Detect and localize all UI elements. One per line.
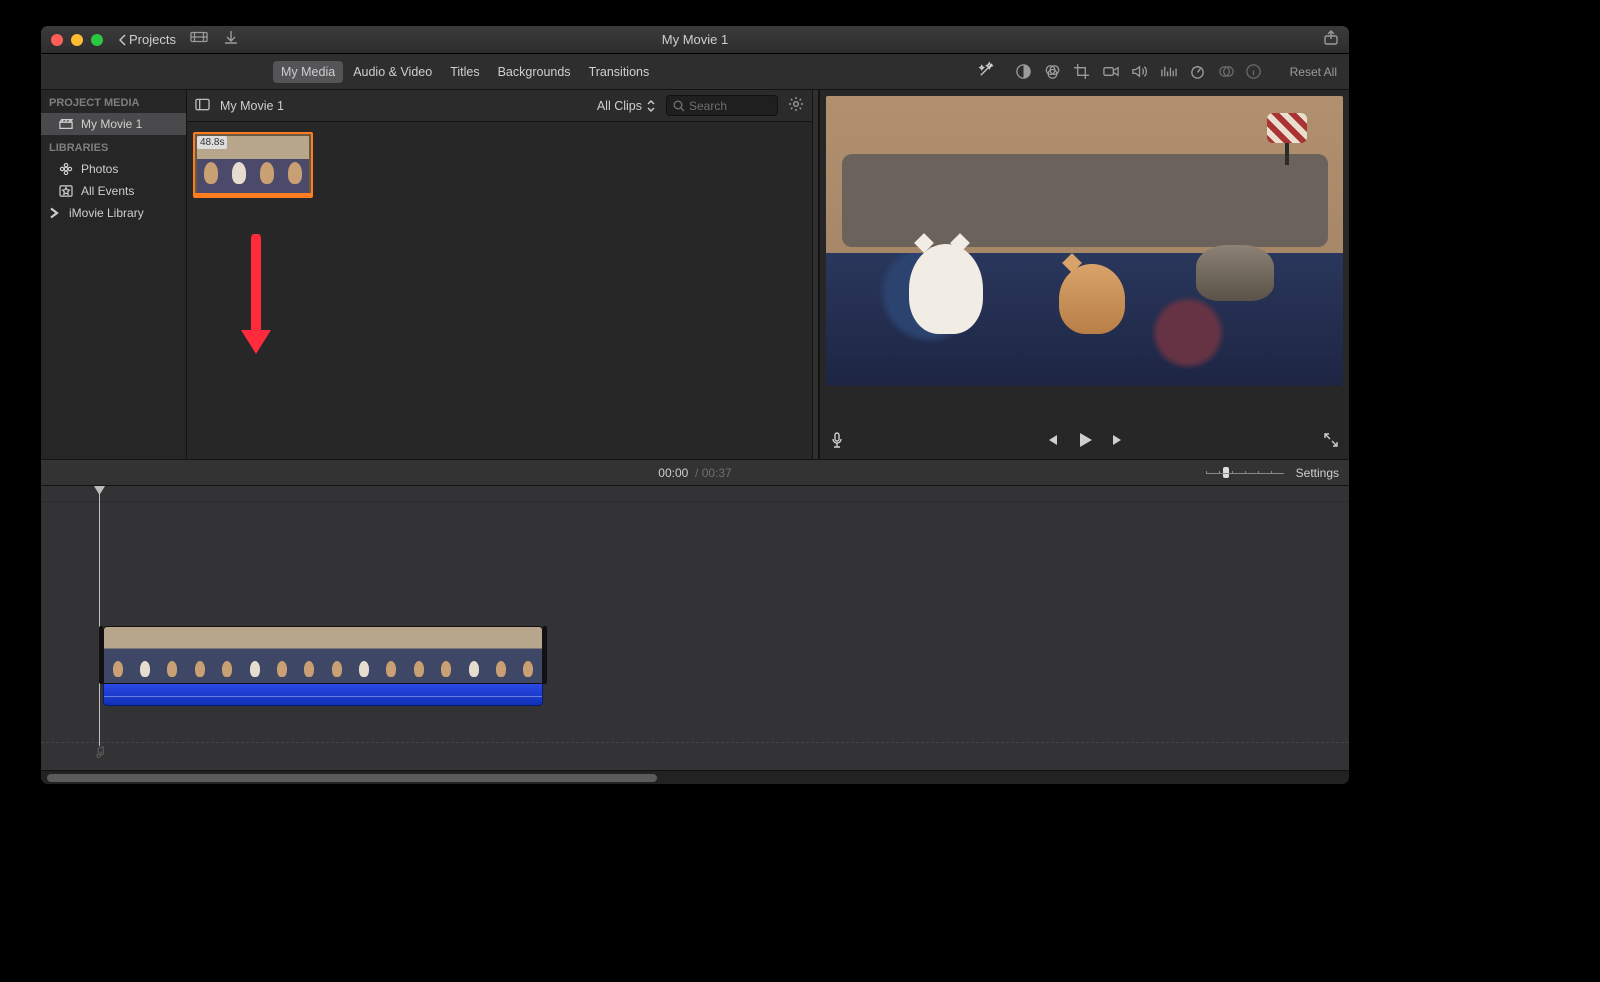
speed-icon[interactable] [1189,63,1206,80]
timecode-current: 00:00 [658,466,688,480]
search-placeholder: Search [689,99,727,113]
tab-titles[interactable]: Titles [442,61,487,83]
sidebar-heading-libraries: LIBRARIES [41,135,186,158]
browser-header: My Movie 1 All Clips Search [187,90,812,122]
toggle-sidebar-button[interactable] [195,98,210,114]
clip-filter-icon[interactable] [1218,63,1235,80]
timeline-audio-lane[interactable] [41,742,1349,760]
enhance-wand-button[interactable] [978,61,995,83]
sidebar-item-label: My Movie 1 [81,117,142,131]
playhead[interactable] [99,486,100,746]
sidebar-item-label: Photos [81,162,118,176]
annotation-arrow-icon [237,234,275,363]
clip-audio-track[interactable] [103,684,543,706]
clip-filter-dropdown[interactable]: All Clips [597,99,656,113]
play-button[interactable] [1075,430,1095,455]
search-icon [673,100,685,112]
updown-chevron-icon [646,100,656,112]
color-balance-icon[interactable] [1015,63,1032,80]
sidebar-item-label: All Events [81,184,134,198]
close-window-button[interactable] [51,34,63,46]
titlebar: Projects My Movie 1 [41,26,1349,54]
disclosure-right-icon [47,207,61,219]
timeline-settings-button[interactable]: Settings [1296,466,1339,480]
sidebar-item-photos[interactable]: Photos [41,158,186,180]
timeline-zoom-slider[interactable] [1206,466,1284,480]
browser-title: My Movie 1 [220,99,284,113]
back-label: Projects [129,32,176,47]
music-note-icon [93,745,105,763]
reset-all-button[interactable]: Reset All [1290,65,1337,79]
timeline[interactable] [41,486,1349,770]
timecode-total: 00:37 [702,466,732,480]
minimize-window-button[interactable] [71,34,83,46]
clip-trim-handle-right[interactable] [543,626,547,684]
timecode-display: 00:00 / 00:37 [658,466,731,480]
voiceover-record-button[interactable] [830,432,844,453]
photos-flower-icon [59,163,73,175]
crop-icon[interactable] [1073,63,1090,80]
timeline-clip[interactable] [103,626,543,706]
preview-viewer[interactable] [826,96,1343,386]
tab-transitions[interactable]: Transitions [581,61,658,83]
media-clip-thumbnail[interactable]: 48.8s [193,132,313,198]
color-correction-icon[interactable] [1044,63,1061,80]
prev-frame-button[interactable] [1043,432,1059,453]
clip-duration-badge: 48.8s [197,136,227,149]
clip-video-track[interactable] [103,626,543,684]
sidebar-item-project[interactable]: My Movie 1 [41,113,186,135]
back-to-projects-button[interactable]: Projects [119,32,176,47]
upper-pane: PROJECT MEDIA My Movie 1 LIBRARIES Photo… [41,90,1349,460]
toolbar: My Media Audio & Video Titles Background… [41,54,1349,90]
scrollbar-thumb[interactable] [47,774,657,782]
browser-tabs: My Media Audio & Video Titles Background… [273,61,657,83]
imovie-window: Projects My Movie 1 My Media Audio & Vid… [40,25,1350,785]
window-controls [51,34,103,46]
media-import-icon[interactable] [190,29,208,50]
sidebar-heading-project-media: PROJECT MEDIA [41,90,186,113]
clapperboard-icon [59,118,73,130]
filter-label: All Clips [597,99,642,113]
viewer-controls [820,425,1349,459]
stabilization-icon[interactable] [1102,63,1119,80]
timeline-ruler[interactable] [41,486,1349,502]
gear-icon [788,96,804,112]
next-frame-button[interactable] [1111,432,1127,453]
clip-trim-handle-left[interactable] [99,626,103,684]
fullscreen-button[interactable] [1323,432,1339,453]
chevron-left-icon [119,34,127,46]
tab-audio-video[interactable]: Audio & Video [345,61,440,83]
sidebar-item-imovie-library[interactable]: iMovie Library [41,202,186,224]
share-button[interactable] [1323,29,1339,50]
pane-divider[interactable] [812,90,819,459]
media-browser: My Movie 1 All Clips Search [187,90,812,459]
tab-my-media[interactable]: My Media [273,61,343,83]
star-box-icon [59,185,73,197]
sidebar: PROJECT MEDIA My Movie 1 LIBRARIES Photo… [41,90,187,459]
timeline-header: 00:00 / 00:37 Settings [41,460,1349,486]
horizontal-scrollbar[interactable] [41,770,1349,784]
info-icon[interactable] [1245,63,1262,80]
browser-body[interactable]: 48.8s [187,122,812,459]
sidebar-item-all-events[interactable]: All Events [41,180,186,202]
tab-backgrounds[interactable]: Backgrounds [490,61,579,83]
browser-settings-button[interactable] [788,96,804,115]
search-input[interactable]: Search [666,95,778,116]
sidebar-item-label: iMovie Library [69,206,144,220]
download-icon[interactable] [222,29,240,50]
fullscreen-window-button[interactable] [91,34,103,46]
viewer-panel [819,90,1349,459]
volume-icon[interactable] [1131,63,1148,80]
noise-equalizer-icon[interactable] [1160,63,1177,80]
window-title: My Movie 1 [662,32,728,47]
